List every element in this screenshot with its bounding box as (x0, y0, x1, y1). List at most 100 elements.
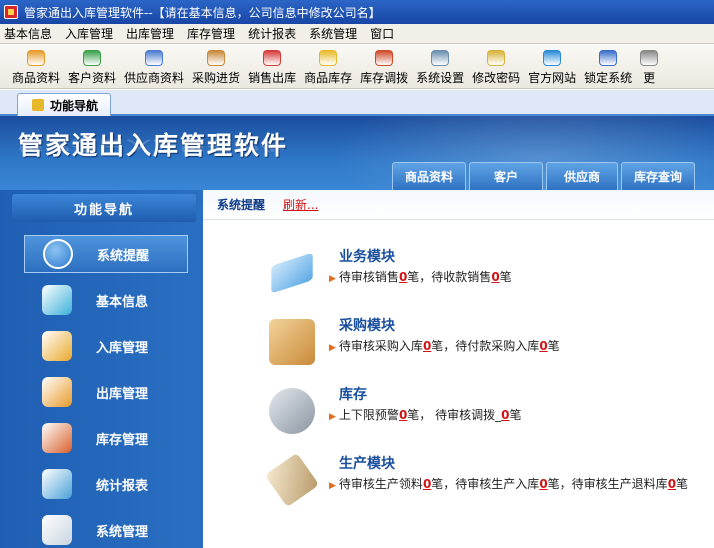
toolbar-label: 销售出库 (248, 71, 297, 85)
toolbar-label: 供应商资料 (124, 71, 185, 85)
toolbar-button-8[interactable]: 修改密码 (472, 45, 520, 86)
module-title[interactable]: 业务模块 (339, 246, 395, 266)
package-icon (269, 319, 315, 365)
menu-item-4[interactable]: 统计报表 (248, 25, 296, 42)
toolbar-label: 客户资料 (68, 71, 117, 85)
detail-text: 笔 (499, 270, 512, 284)
sidebar: 功能导航 系统提醒 基本信息 入库管理 出库管理 库存管理 统计报表 系统管理 (0, 190, 203, 548)
detail-text: 笔 (547, 339, 560, 353)
sidebar-item-label: 系统管理 (96, 524, 149, 540)
module-3: 生产模块 ▶ 待审核生产领料0笔，待审核生产入库0笔，待审核生产退料库0笔 (264, 452, 709, 513)
toolbar-label: 修改密码 (472, 71, 521, 85)
toolbar-label: 更 (643, 71, 656, 85)
sidebar-item-4[interactable]: 库存管理 (24, 419, 188, 457)
detail-text: 上下限预警 (338, 408, 399, 422)
nav-tab-icon (32, 99, 44, 111)
sidebar-item-label: 基本信息 (96, 294, 149, 310)
toolbar-button-9[interactable]: 官方网站 (528, 45, 576, 86)
sidebar-item-6[interactable]: 系统管理 (24, 511, 188, 548)
toolbar-button-1[interactable]: 客户资料 (68, 45, 116, 86)
sidebar-item-label: 库存管理 (96, 432, 149, 448)
module-title[interactable]: 库存 (339, 384, 367, 404)
sidebar-item-0[interactable]: 系统提醒 (24, 235, 188, 273)
folder-icon (271, 252, 313, 294)
toolbar-button-10[interactable]: 锁定系统 (584, 45, 632, 86)
lock-icon (599, 50, 618, 66)
website-icon (543, 50, 562, 66)
bullet-arrow-icon: ▶ (329, 343, 336, 353)
main-panel: 系统提醒 刷新... 业务模块 ▶ 待审核销售0笔，待收款销售0笔 采购模块 ▶ 待审核采… (203, 190, 714, 548)
menu-item-2[interactable]: 出库管理 (126, 25, 174, 42)
gears-icon (42, 515, 72, 545)
count-link[interactable]: 0 (539, 339, 547, 353)
toolbar-button-7[interactable]: 系统设置 (416, 45, 464, 86)
goods-icon (27, 50, 45, 66)
toolbar-button-0[interactable]: 商品资料 (12, 45, 60, 86)
toolbar-button-6[interactable]: 库存调拨 (360, 45, 408, 86)
banner-title-reflection: 管家通出入库管理软件 (18, 137, 289, 154)
sidebar-item-label: 出库管理 (96, 386, 149, 402)
menu-item-1[interactable]: 入库管理 (65, 25, 113, 42)
toolbar-button-11[interactable]: 更 (640, 45, 659, 86)
tab-system-reminder[interactable]: 系统提醒 (217, 196, 265, 213)
module-2: 库存 ▶ 上下限预警0笔， 待审核调拨_0笔 (269, 384, 709, 444)
count-link[interactable]: 0 (539, 477, 547, 491)
toolbar-button-2[interactable]: 供应商资料 (124, 45, 184, 86)
toolbar-label: 商品库存 (304, 71, 353, 85)
sidebar-item-label: 统计报表 (96, 478, 149, 494)
banner: 管家通出入库管理软件 管家通出入库管理软件 商品资料 客户 供应商 库存查询 (0, 116, 714, 190)
toolbar-button-5[interactable]: 商品库存 (304, 45, 352, 86)
password-icon (487, 50, 506, 66)
banner-tab-0[interactable]: 商品资料 (392, 162, 466, 190)
menu-item-5[interactable]: 系统管理 (309, 25, 357, 42)
toolbar: 商品资料 客户资料 供应商资料 采购进货 销售出库 商品库存 库存调拨 系统设置 修改密码 官方网… (0, 45, 714, 89)
module-title[interactable]: 生产模块 (339, 453, 395, 473)
bullet-arrow-icon: ▶ (329, 274, 336, 284)
cubes-icon (42, 285, 72, 315)
purchase-icon (207, 50, 226, 66)
document-tab-strip: 功能导航 (0, 90, 714, 116)
supplier-icon (145, 50, 164, 66)
detail-text: 笔 (676, 477, 689, 491)
module-title[interactable]: 采购模块 (339, 315, 395, 335)
info-icon (43, 239, 73, 269)
sidebar-item-2[interactable]: 入库管理 (24, 327, 188, 365)
toolbar-label: 库存调拨 (360, 71, 409, 85)
bullet-arrow-icon: ▶ (329, 481, 336, 491)
settings-icon (431, 50, 450, 66)
clipboard-icon (264, 452, 320, 508)
stock-icon (319, 50, 338, 66)
title-bar: 管家通出入库管理软件--【请在基本信息，公司信息中修改公司名】 (0, 0, 714, 24)
toolbar-button-3[interactable]: 采购进货 (192, 45, 240, 86)
toolbar-label: 采购进货 (192, 71, 241, 85)
count-link[interactable]: 0 (668, 477, 676, 491)
menu-item-6[interactable]: 窗口 (370, 25, 394, 42)
toolbar-label: 商品资料 (12, 71, 61, 85)
module-detail: ▶ 待审核销售0笔，待收款销售0笔 (329, 268, 512, 285)
toolbar-button-4[interactable]: 销售出库 (248, 45, 296, 86)
detail-text: 待审核生产领料 (338, 477, 423, 491)
module-detail: ▶ 上下限预警0笔， 待审核调拨_0笔 (329, 406, 522, 423)
detail-text: 待审核采购入库 (338, 339, 423, 353)
detail-text: 笔，待收款销售 (407, 270, 492, 284)
banner-tab-2[interactable]: 供应商 (546, 162, 618, 190)
sidebar-item-1[interactable]: 基本信息 (24, 281, 188, 319)
menu-item-0[interactable]: 基本信息 (4, 25, 52, 42)
count-link[interactable]: 0 (491, 270, 499, 284)
sidebar-item-label: 系统提醒 (97, 248, 150, 264)
banner-tab-1[interactable]: 客户 (469, 162, 543, 190)
database-icon (269, 388, 315, 434)
menu-item-3[interactable]: 库存管理 (187, 25, 235, 42)
bullet-arrow-icon: ▶ (329, 412, 336, 422)
sidebar-item-3[interactable]: 出库管理 (24, 373, 188, 411)
main-tab-bar: 系统提醒 刷新... (203, 190, 714, 220)
detail-text: 待审核销售 (338, 270, 399, 284)
detail-text: 笔，待审核生产退料库 (547, 477, 668, 491)
banner-tab-3[interactable]: 库存查询 (621, 162, 695, 190)
refresh-link[interactable]: 刷新... (283, 196, 318, 213)
tab-function-nav[interactable]: 功能导航 (17, 93, 111, 116)
box-out-icon (42, 377, 72, 407)
sidebar-item-5[interactable]: 统计报表 (24, 465, 188, 503)
customer-icon (83, 50, 102, 66)
detail-text: 笔， 待审核调拨_ (407, 408, 502, 422)
